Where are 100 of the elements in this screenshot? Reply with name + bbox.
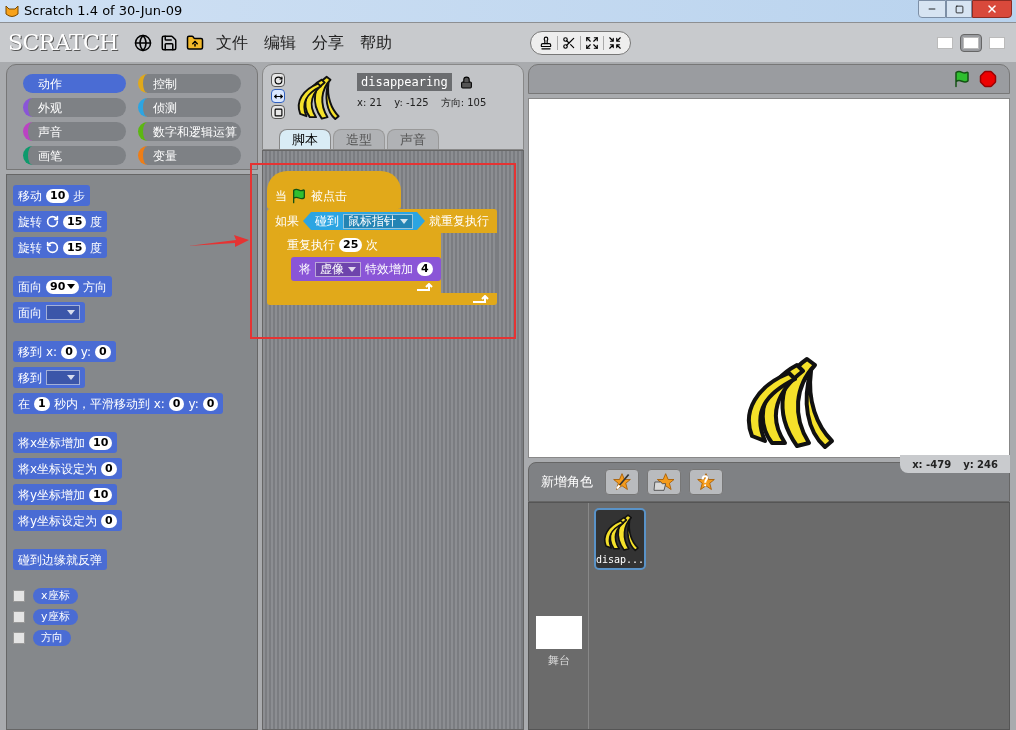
category-button[interactable]: 外观 <box>23 98 126 117</box>
cat-icon <box>4 3 20 19</box>
number-input[interactable]: 10 <box>46 188 70 203</box>
number-input[interactable]: 0 <box>101 513 117 528</box>
looks-block[interactable]: 将 虚像 特效增加 4 <box>291 257 441 281</box>
tab[interactable]: 造型 <box>333 129 385 149</box>
block-label: 将y坐标增加 <box>18 486 86 504</box>
block-label: 面向 <box>18 304 42 322</box>
condition-block[interactable]: 碰到 鼠标指针 <box>303 212 425 230</box>
tab[interactable]: 脚本 <box>279 129 331 149</box>
left-right-arrow-icon <box>273 91 283 101</box>
tab[interactable]: 声音 <box>387 129 439 149</box>
menu-item[interactable]: 帮助 <box>356 30 396 55</box>
category-button[interactable]: 画笔 <box>23 146 126 165</box>
number-input[interactable]: 10 <box>89 435 113 450</box>
category-button[interactable]: 声音 <box>23 122 126 141</box>
rotation-style-button[interactable] <box>271 89 285 103</box>
category-button[interactable]: 控制 <box>138 74 241 93</box>
sprite-direction: 方向: 105 <box>440 96 487 110</box>
number-input[interactable]: 15 <box>63 240 87 255</box>
globe-icon[interactable] <box>134 33 152 52</box>
stage-thumbnail[interactable] <box>535 615 582 649</box>
minimize-button[interactable] <box>918 0 946 18</box>
loop-block[interactable]: 如果 碰到 鼠标指针 就重复执行 重复执行 25 次 将 虚像 特效增加 4 <box>267 209 497 305</box>
block-label: 方向 <box>83 278 108 296</box>
flag-icon[interactable] <box>953 70 971 88</box>
motion-block[interactable]: 将x坐标增加 10 <box>13 432 118 453</box>
caret-icon <box>67 375 75 380</box>
block-label: x: <box>46 343 58 361</box>
open-sprite-button[interactable] <box>647 469 681 495</box>
lock-icon[interactable] <box>459 75 473 89</box>
number-input[interactable]: 0 <box>168 396 185 411</box>
number-input[interactable]: 0 <box>61 344 77 359</box>
motion-block[interactable]: 碰到边缘就反弹 <box>13 549 107 570</box>
maximize-button[interactable] <box>946 0 972 18</box>
rotation-style-button[interactable] <box>271 105 285 119</box>
rotation-style-button[interactable] <box>271 73 285 87</box>
block-label: 碰到 <box>315 213 339 230</box>
motion-block[interactable]: 移到 x: 0 y: 0 <box>13 341 116 362</box>
maximize-icon <box>954 4 964 14</box>
reporter-block[interactable]: y座标 <box>33 609 78 625</box>
sprite-name-field[interactable]: disappearing <box>357 73 452 91</box>
block-label: 将x坐标设定为 <box>18 460 98 478</box>
block-label: 将x坐标增加 <box>18 434 86 452</box>
number-input[interactable]: 0 <box>95 344 111 359</box>
block-label: 秒内，平滑移动到 <box>53 395 150 413</box>
motion-block[interactable]: 面向 90 方向 <box>13 276 113 297</box>
sprite-tile[interactable]: disap... <box>594 508 646 570</box>
mouse-y: y: 246 <box>963 457 998 472</box>
loop-arrow-icon <box>473 295 489 303</box>
dropdown-menu[interactable]: 虚像 <box>315 261 361 277</box>
number-input[interactable]: 0 <box>101 461 117 476</box>
block-label: 面向 <box>18 278 42 296</box>
menu-item[interactable]: 分享 <box>308 30 348 55</box>
category-button[interactable]: 变量 <box>138 146 241 165</box>
motion-block[interactable]: 在 1 秒内，平滑移动到 x: 0 y: 0 <box>13 393 224 414</box>
sprite-y: y: -125 <box>394 96 429 110</box>
motion-block[interactable]: 将x坐标设定为 0 <box>13 458 122 479</box>
number-input[interactable]: 10 <box>89 487 113 502</box>
block-label: 被点击 <box>311 188 347 205</box>
motion-block[interactable]: 将y坐标设定为 0 <box>13 510 122 531</box>
paint-sprite-button[interactable] <box>605 469 639 495</box>
dropdown-menu[interactable]: 鼠标指针 <box>343 213 413 229</box>
number-dropdown[interactable]: 90 <box>46 279 80 294</box>
motion-block[interactable]: 旋转 15 度 <box>13 237 108 258</box>
menu-item[interactable]: 编辑 <box>260 30 300 55</box>
motion-block[interactable]: 将y坐标增加 10 <box>13 484 118 505</box>
motion-block[interactable]: 面向 <box>13 302 85 323</box>
number-input[interactable]: 4 <box>417 262 433 276</box>
category-button[interactable]: 数字和逻辑运算 <box>138 122 241 141</box>
number-input[interactable]: 15 <box>63 214 87 229</box>
number-input[interactable]: 0 <box>202 396 219 411</box>
share-icon[interactable] <box>186 33 204 52</box>
reporter-block[interactable]: 方向 <box>33 630 71 646</box>
checkbox[interactable] <box>13 590 25 602</box>
motion-block[interactable]: 移动 10 步 <box>13 185 91 206</box>
save-icon[interactable] <box>160 33 178 52</box>
reporter-block[interactable]: x座标 <box>33 588 78 604</box>
view-mode-button[interactable] <box>960 33 982 52</box>
motion-block[interactable]: 移到 <box>13 367 85 388</box>
block-label: 将y坐标设定为 <box>18 512 98 530</box>
category-button[interactable]: 动作 <box>23 74 126 93</box>
number-input[interactable]: 1 <box>34 396 50 411</box>
category-button[interactable]: 侦测 <box>138 98 241 117</box>
flag-icon <box>291 188 307 204</box>
motion-block[interactable]: 旋转 15 度 <box>13 211 108 232</box>
menu-item[interactable]: 文件 <box>212 30 252 55</box>
block-label: 在 <box>18 395 30 413</box>
close-button[interactable] <box>972 0 1012 18</box>
caret-icon <box>67 284 76 289</box>
dropdown-menu[interactable] <box>46 305 80 320</box>
checkbox[interactable] <box>13 632 25 644</box>
block-label: x座标 <box>41 587 70 604</box>
stage-label: 舞台 <box>547 652 570 669</box>
block-label: 碰到边缘就反弹 <box>18 551 102 569</box>
random-sprite-button[interactable] <box>689 469 723 495</box>
dropdown-menu[interactable] <box>46 370 80 385</box>
number-input[interactable]: 25 <box>339 238 363 252</box>
stop-sign-icon[interactable] <box>979 70 997 88</box>
checkbox[interactable] <box>13 611 25 623</box>
